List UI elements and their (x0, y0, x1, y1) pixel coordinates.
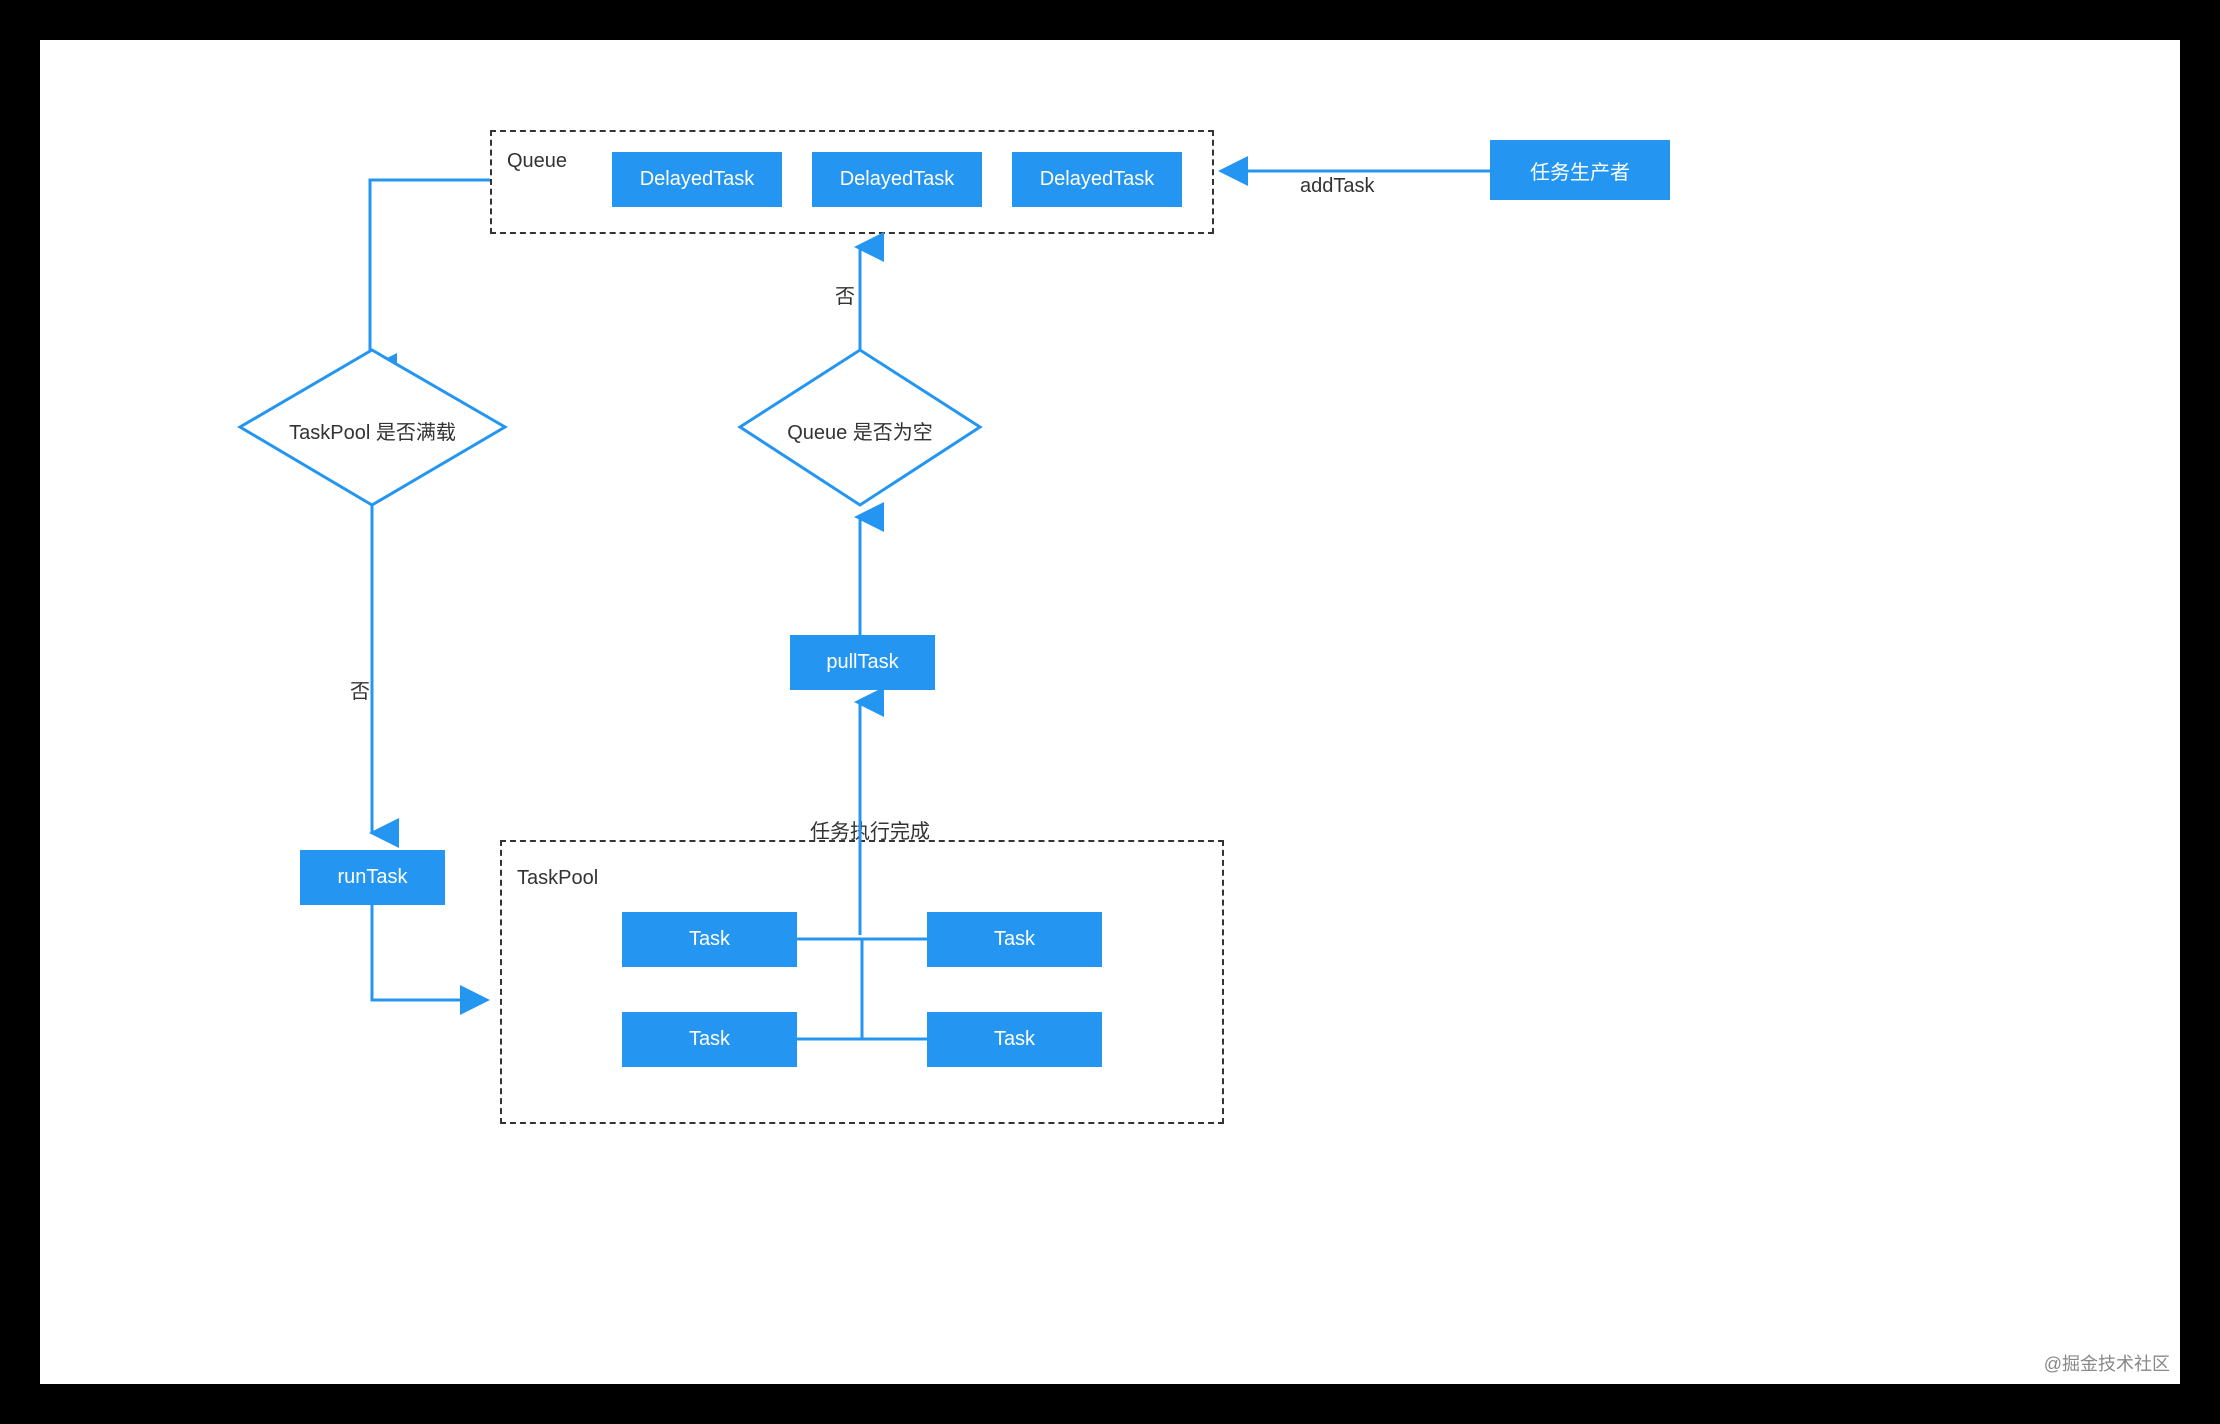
delayed-task-box: DelayedTask (1012, 152, 1182, 207)
diagram-canvas: Queue DelayedTask DelayedTask DelayedTas… (40, 40, 2180, 1384)
queue-title: Queue (507, 150, 567, 173)
delayed-task-box: DelayedTask (612, 152, 782, 207)
decision-taskpool-full: TaskPool 是否满载 (240, 350, 505, 505)
decision1-no-label: 否 (350, 675, 370, 704)
arrow-queue-to-decision1 (360, 170, 500, 380)
decision2-no-label: 否 (835, 280, 855, 309)
delayed-task-box: DelayedTask (812, 152, 982, 207)
watermark: @掘金技术社区 (2044, 1350, 2170, 1376)
pulltask-box: pullTask (790, 635, 935, 690)
decision-queue-empty: Queue 是否为空 (740, 350, 980, 505)
decision-taskpool-full-label: TaskPool 是否满载 (240, 416, 505, 445)
arrow-runtask-to-taskpool (365, 905, 500, 1015)
runtask-box: runTask (300, 850, 445, 905)
arrow-decision2-to-queue (852, 235, 872, 350)
arrow-taskpool-to-pulltask (852, 690, 872, 935)
queue-container: Queue DelayedTask DelayedTask DelayedTas… (490, 130, 1214, 234)
producer-box: 任务生产者 (1490, 140, 1670, 200)
decision-queue-empty-label: Queue 是否为空 (740, 416, 980, 445)
arrow-pulltask-to-decision2 (852, 505, 872, 635)
addtask-label: addTask (1300, 175, 1375, 198)
